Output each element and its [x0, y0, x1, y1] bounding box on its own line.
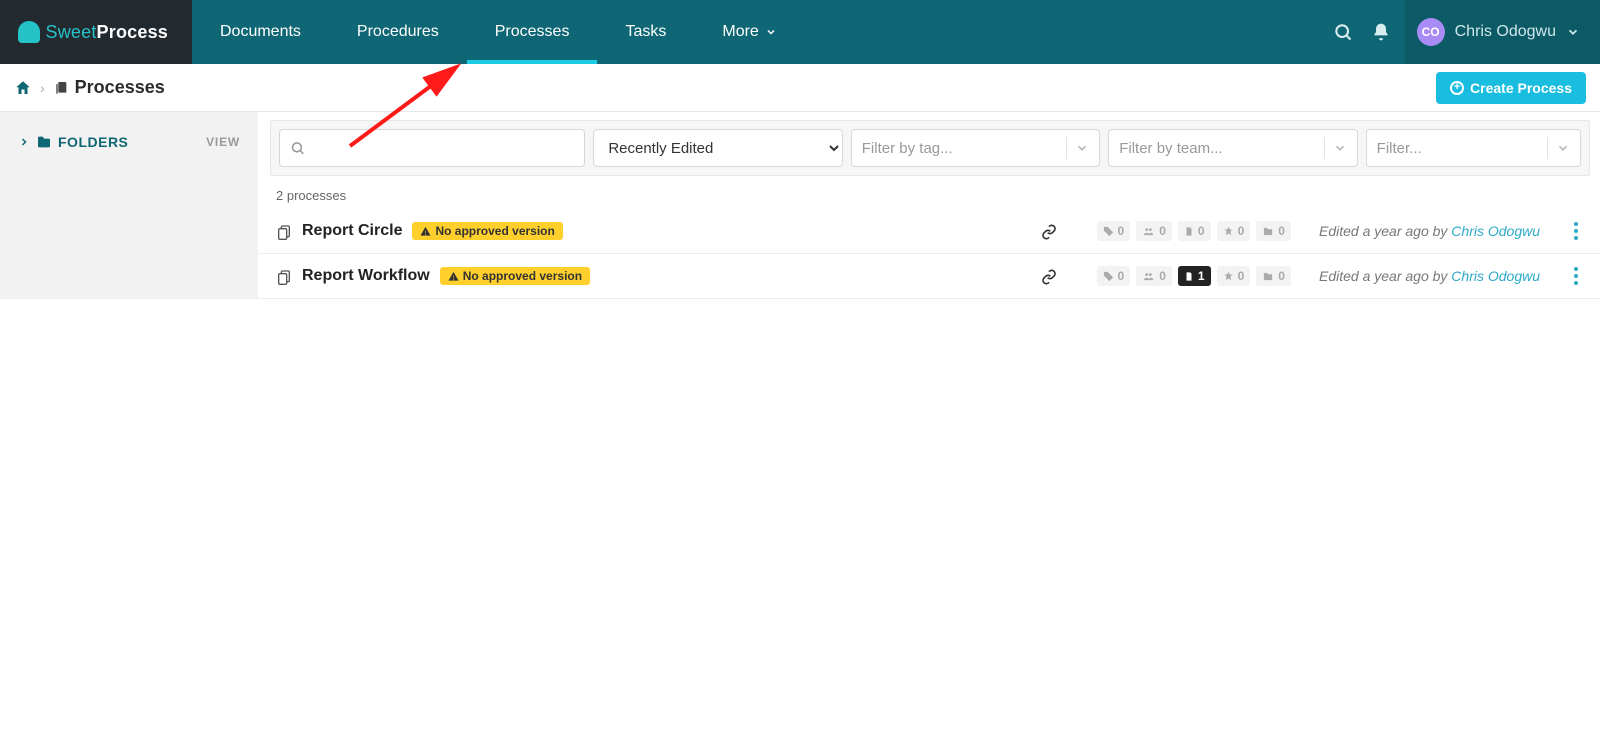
- chevron-down-icon: [1556, 141, 1570, 155]
- sort-select[interactable]: Recently Edited: [593, 129, 842, 167]
- folders-count: 0: [1256, 266, 1291, 286]
- pins-count: 0: [1217, 266, 1251, 286]
- result-count: 2 processes: [258, 176, 1600, 209]
- chevron-down-icon: [1333, 141, 1347, 155]
- user-name: Chris Odogwu: [1455, 23, 1556, 41]
- plus-circle-icon: +: [1450, 81, 1464, 95]
- tags-count: 0: [1097, 266, 1131, 286]
- logo-cup-icon: [18, 21, 40, 43]
- pages-count: 1: [1178, 266, 1211, 286]
- teams-count: 0: [1136, 266, 1172, 286]
- pages-count: 0: [1178, 221, 1211, 241]
- folders-count: 0: [1256, 221, 1291, 241]
- search-input[interactable]: [305, 140, 574, 157]
- logo-text: SweetProcess: [46, 22, 168, 43]
- filter-tag-select[interactable]: Filter by tag...: [851, 129, 1100, 167]
- chevron-down-icon: [765, 26, 777, 38]
- warning-icon: [448, 271, 459, 282]
- bell-icon[interactable]: [1371, 22, 1391, 42]
- chevron-down-icon: [1075, 141, 1089, 155]
- process-title: Report Circle: [302, 222, 402, 240]
- user-menu[interactable]: CO Chris Odogwu: [1405, 0, 1600, 64]
- row-counts: 0 0 1 0 0: [1097, 266, 1291, 286]
- breadcrumb-home[interactable]: [14, 78, 32, 96]
- process-icon: [276, 222, 292, 239]
- search-icon: [290, 140, 305, 156]
- folder-icon: [36, 134, 52, 150]
- filter-more-select[interactable]: Filter...: [1366, 129, 1581, 167]
- process-row[interactable]: Report Workflow No approved version 0 0 …: [258, 254, 1600, 299]
- edited-by: Edited a year ago by Chris Odogwu: [1319, 223, 1540, 239]
- sidebar-folders-toggle[interactable]: FOLDERS: [18, 134, 128, 150]
- processes-icon: [53, 79, 69, 96]
- process-title: Report Workflow: [302, 267, 430, 285]
- avatar: CO: [1417, 18, 1445, 46]
- chevron-down-icon: [1566, 25, 1580, 39]
- tags-count: 0: [1097, 221, 1131, 241]
- nav-procedures[interactable]: Procedures: [329, 0, 467, 64]
- process-icon: [276, 267, 292, 284]
- nav-processes[interactable]: Processes: [467, 0, 598, 64]
- pins-count: 0: [1217, 221, 1251, 241]
- warning-icon: [420, 226, 431, 237]
- process-row[interactable]: Report Circle No approved version 0 0 0 …: [258, 209, 1600, 254]
- sidebar-view-link[interactable]: VIEW: [206, 135, 240, 149]
- edited-by: Edited a year ago by Chris Odogwu: [1319, 268, 1540, 284]
- link-icon[interactable]: [1041, 222, 1057, 239]
- search-icon[interactable]: [1333, 22, 1353, 42]
- no-approved-version-badge: No approved version: [440, 267, 590, 285]
- nav-tasks[interactable]: Tasks: [597, 0, 694, 64]
- filter-team-select[interactable]: Filter by team...: [1108, 129, 1357, 167]
- breadcrumb-separator: ›: [40, 80, 45, 96]
- filter-bar: Recently Edited Filter by tag... Filter …: [270, 120, 1590, 176]
- page-title: Processes: [75, 77, 165, 98]
- nav-more[interactable]: More: [694, 0, 804, 64]
- create-process-button[interactable]: + Create Process: [1436, 72, 1586, 104]
- logo[interactable]: SweetProcess: [0, 0, 192, 64]
- row-counts: 0 0 0 0 0: [1097, 221, 1291, 241]
- row-actions-menu[interactable]: [1570, 222, 1582, 240]
- chevron-right-icon: [18, 136, 30, 148]
- row-actions-menu[interactable]: [1570, 267, 1582, 285]
- no-approved-version-badge: No approved version: [412, 222, 562, 240]
- search-input-wrap[interactable]: [279, 129, 585, 167]
- teams-count: 0: [1136, 221, 1172, 241]
- editor-link[interactable]: Chris Odogwu: [1451, 268, 1540, 284]
- editor-link[interactable]: Chris Odogwu: [1451, 223, 1540, 239]
- link-icon[interactable]: [1041, 267, 1057, 284]
- nav-documents[interactable]: Documents: [192, 0, 329, 64]
